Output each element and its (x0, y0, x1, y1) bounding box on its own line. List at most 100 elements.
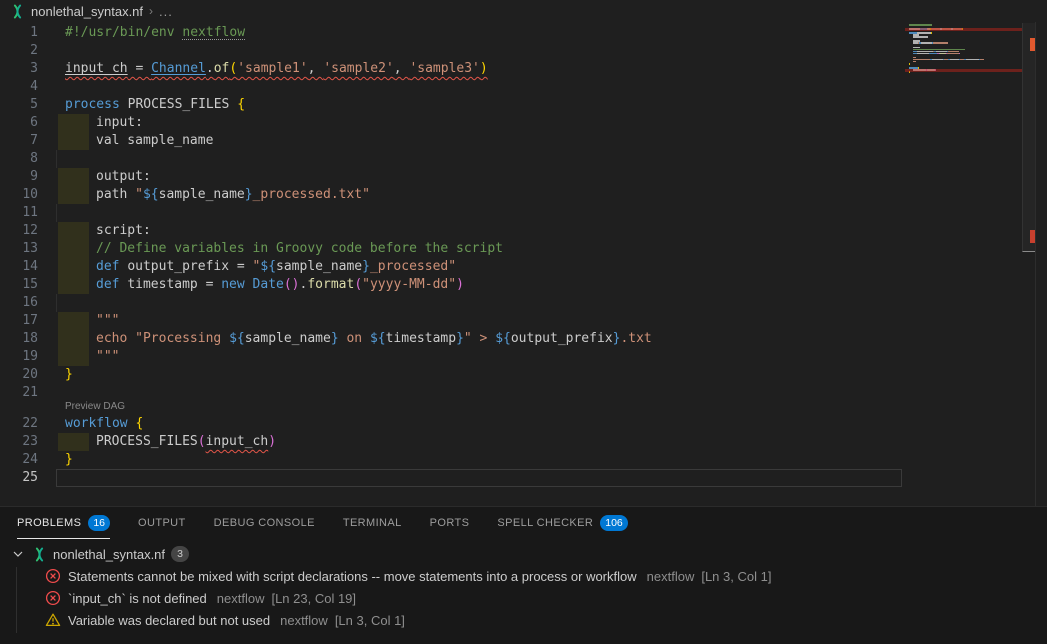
line-number: 25 (0, 469, 38, 487)
code-line-24[interactable]: 24} (0, 451, 905, 469)
code-line-25[interactable]: 25 (0, 469, 905, 487)
code-line-23[interactable]: 23 PROCESS_FILES(input_ch) (0, 433, 905, 451)
indent-highlight (58, 258, 89, 276)
breadcrumb-file[interactable]: nonlethal_syntax.nf (31, 4, 143, 19)
code-line-15[interactable]: 15 def timestamp = new Date().format("yyy… (0, 276, 905, 294)
code-text: def timestamp = new Date().format("yyyy-… (96, 276, 464, 294)
indent-highlight (58, 114, 89, 132)
line-number: 18 (0, 330, 38, 348)
code-text: process PROCESS_FILES { (65, 96, 245, 114)
bottom-panel: PROBLEMS16 OUTPUT DEBUG CONSOLE TERMINAL POR… (0, 506, 1047, 644)
line-number: 22 (0, 415, 38, 433)
line-number: 14 (0, 258, 38, 276)
panel-tab-ports[interactable]: PORTS (430, 507, 470, 539)
panel-tab-problems[interactable]: PROBLEMS16 (17, 507, 110, 539)
code-line-20[interactable]: 20} (0, 366, 905, 384)
problem-location: [Ln 3, Col 1] (701, 569, 771, 584)
problem-row[interactable]: Statements cannot be mixed with script d… (0, 565, 1047, 587)
code-line-2[interactable]: 2 (0, 42, 905, 60)
problems-file-row[interactable]: nonlethal_syntax.nf 3 (0, 543, 1047, 565)
code-line-8[interactable]: 8 (0, 150, 905, 168)
warning-icon (45, 612, 61, 628)
breadcrumb-more[interactable]: ... (159, 4, 173, 19)
panel-tab-spell-checker[interactable]: SPELL CHECKER 106 (497, 507, 627, 539)
minimap-error-highlight (905, 28, 1022, 31)
error-icon (45, 590, 61, 606)
overview-ruler-scrollbar[interactable] (1022, 22, 1035, 506)
line-number: 3 (0, 60, 38, 78)
code-text: PROCESS_FILES(input_ch) (96, 433, 276, 451)
problem-source: nextflow (280, 613, 328, 628)
code-text: #!/usr/bin/env nextflow (65, 24, 245, 42)
minimap[interactable] (905, 22, 1022, 506)
indent-highlight (58, 348, 89, 366)
breadcrumb: nonlethal_syntax.nf › ... (0, 0, 1047, 22)
line-number: 6 (0, 114, 38, 132)
scrollbar-slider[interactable] (1022, 23, 1035, 252)
code-line-18[interactable]: 18 echo "Processing ${sample_name} on ${t… (0, 330, 905, 348)
chevron-right-icon: › (149, 4, 153, 18)
minimap-line (905, 42, 1022, 44)
code-line-5[interactable]: 5process PROCESS_FILES { (0, 96, 905, 114)
indent-guide (56, 294, 57, 312)
code-line-14[interactable]: 14def output_prefix = "${sample_name}_pr… (0, 258, 905, 276)
problem-row[interactable]: `input_ch` is not definednextflow[Ln 23,… (0, 587, 1047, 609)
indent-highlight (58, 222, 89, 240)
code-line-1[interactable]: 1#!/usr/bin/env nextflow (0, 24, 905, 42)
code-text: echo "Processing ${sample_name} on ${tim… (96, 330, 652, 348)
code-line-9[interactable]: 9output: (0, 168, 905, 186)
line-number: 9 (0, 168, 38, 186)
chevron-down-icon[interactable] (10, 546, 26, 562)
minimap-line (905, 24, 1022, 26)
panel-tab-label: SPELL CHECKER (497, 517, 593, 529)
code-line-17[interactable]: 17""" (0, 312, 905, 330)
code-text: input_ch = Channel.of('sample1', 'sample… (65, 60, 488, 78)
line-number: 19 (0, 348, 38, 366)
code-line-21[interactable]: 21 (0, 384, 905, 402)
code-text: """ (96, 312, 119, 330)
code-line-16[interactable]: 16 (0, 294, 905, 312)
code-editor[interactable]: 1#!/usr/bin/env nextflow23input_ch = Cha… (0, 22, 1047, 506)
codelens-preview-dag[interactable]: Preview DAG (65, 400, 125, 413)
code-text: """ (96, 348, 119, 366)
code-text: } (65, 366, 73, 384)
panel-tab-label: OUTPUT (138, 517, 186, 529)
line-number: 11 (0, 204, 38, 222)
line-number: 16 (0, 294, 38, 312)
minimap-line (905, 53, 1022, 55)
code-line-11[interactable]: 11 (0, 204, 905, 222)
problem-location: [Ln 3, Col 1] (335, 613, 405, 628)
code-line-13[interactable]: 13// Define variables in Groovy code bef… (0, 240, 905, 258)
line-number: 21 (0, 384, 38, 402)
indent-highlight (58, 276, 89, 294)
indent-guide (56, 204, 57, 222)
line-number: 15 (0, 276, 38, 294)
line-number: 2 (0, 42, 38, 60)
code-line-7[interactable]: 7val sample_name (0, 132, 905, 150)
problem-source: nextflow (217, 591, 265, 606)
problems-tree: nonlethal_syntax.nf 3 Statements cannot … (0, 539, 1047, 631)
problem-message: Variable was declared but not used (68, 613, 270, 628)
problem-row[interactable]: Variable was declared but not used nextfl… (0, 609, 1047, 631)
panel-tab-badge: 106 (600, 515, 628, 531)
code-line-3[interactable]: 3 input_ch = Channel.of('sample1', 'sampl… (0, 60, 905, 78)
code-line-22[interactable]: 22workflow { (0, 415, 905, 433)
problems-file-name: nonlethal_syntax.nf (53, 547, 165, 562)
code-line-6[interactable]: 6input: (0, 114, 905, 132)
problem-message: Statements cannot be mixed with script d… (68, 569, 637, 584)
code-text: path "${sample_name}_processed.txt" (96, 186, 370, 204)
code-line-19[interactable]: 19 """ (0, 348, 905, 366)
problems-file-count-badge: 3 (171, 546, 189, 562)
current-line-highlight (56, 469, 902, 487)
code-line-10[interactable]: 10path "${sample_name}_processed.txt" (0, 186, 905, 204)
code-line-12[interactable]: 12script: (0, 222, 905, 240)
line-number: 23 (0, 433, 38, 451)
error-icon (45, 590, 61, 606)
panel-tab-debug-console[interactable]: DEBUG CONSOLE (214, 507, 315, 539)
indent-highlight (58, 132, 89, 150)
panel-tab-terminal[interactable]: TERMINAL (343, 507, 402, 539)
code-line-4[interactable]: 4 (0, 78, 905, 96)
problem-message: `input_ch` is not defined (68, 591, 207, 606)
panel-tab-label: PORTS (430, 517, 470, 529)
panel-tab-output[interactable]: OUTPUT (138, 507, 186, 539)
